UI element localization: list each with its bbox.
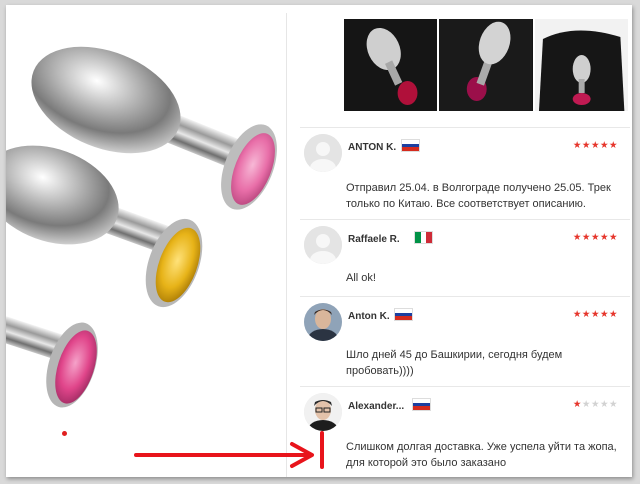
thumb-gem-1 (397, 81, 418, 105)
review-text: Слишком долгая доставка. Уже успела уйти… (346, 439, 617, 471)
review-item: Raffaele R. ★★★★★ All ok! (300, 219, 630, 293)
rating-stars: ★★★★★ (573, 309, 618, 320)
review-item: Alexander... ★★★★★ Слишком долгая достав… (300, 386, 630, 477)
country-flag-russia-icon (412, 398, 431, 411)
review-text-line: только по Китаю. Все соответствует описа… (346, 198, 586, 210)
review-text: Шло дней 45 до Башкирии, сегодня будем п… (346, 347, 562, 379)
country-flag-russia-icon (394, 308, 413, 321)
product-image[interactable] (6, 5, 286, 477)
avatar-photo (304, 303, 342, 341)
rating-stars-empty: ★★★★ (581, 399, 618, 410)
review-photo-thumbnails (344, 19, 628, 111)
plug-pink-bottom (6, 316, 98, 408)
country-flag-russia-icon (401, 139, 420, 152)
review-text-line: All ok! (346, 272, 376, 284)
avatar-photo (304, 393, 342, 431)
review-text-line: пробовать)))) (346, 365, 414, 377)
rating-stars-filled: ★★★★★ (572, 232, 618, 243)
country-flag-italy-icon (414, 231, 433, 244)
review-text-line: для которой это было заказано (346, 457, 507, 469)
avatar-placeholder (304, 134, 342, 172)
review-text: Отправил 25.04. в Волгограде получено 25… (346, 180, 611, 212)
review-photo-thumb-1[interactable] (344, 19, 438, 111)
screenshot-frame: ANTON K. ★★★★★ Отправил 25.04. в Волгогр… (6, 5, 632, 477)
panel-divider (286, 13, 287, 477)
review-photo-thumb-3[interactable] (534, 19, 628, 111)
rating-stars-filled: ★★★★★ (572, 140, 618, 151)
review-text-line: Слишком долгая доставка. Уже успела уйти… (346, 441, 617, 453)
carousel-active-dot[interactable] (62, 431, 67, 436)
rating-stars: ★★★★★ (573, 140, 618, 151)
review-item: ANTON K. ★★★★★ Отправил 25.04. в Волгогр… (300, 127, 630, 217)
review-photo-thumb-2[interactable] (439, 19, 533, 111)
rating-stars: ★★★★★ (573, 232, 618, 243)
reviewer-name[interactable]: Alexander... (348, 401, 404, 412)
review-item: Anton K. ★★★★★ Шло дней 45 до Башкирии, … (300, 296, 630, 384)
rating-stars: ★★★★★ (573, 399, 618, 410)
reviewer-name[interactable]: Anton K. (348, 311, 390, 322)
reviews-panel: ANTON K. ★★★★★ Отправил 25.04. в Волгогр… (288, 5, 632, 477)
review-text-line: Отправил 25.04. в Волгограде получено 25… (346, 182, 611, 194)
reviewer-name[interactable]: Raffaele R. (348, 234, 400, 245)
reviewer-name[interactable]: ANTON K. (348, 142, 396, 153)
plug-gold-middle (6, 145, 203, 308)
rating-stars-filled: ★ (572, 399, 582, 410)
product-photo (6, 46, 277, 408)
review-text-line: Шло дней 45 до Башкирии, сегодня будем (346, 349, 563, 361)
review-text: All ok! (346, 270, 376, 286)
avatar-placeholder (304, 226, 342, 264)
rating-stars-filled: ★★★★★ (572, 309, 618, 320)
